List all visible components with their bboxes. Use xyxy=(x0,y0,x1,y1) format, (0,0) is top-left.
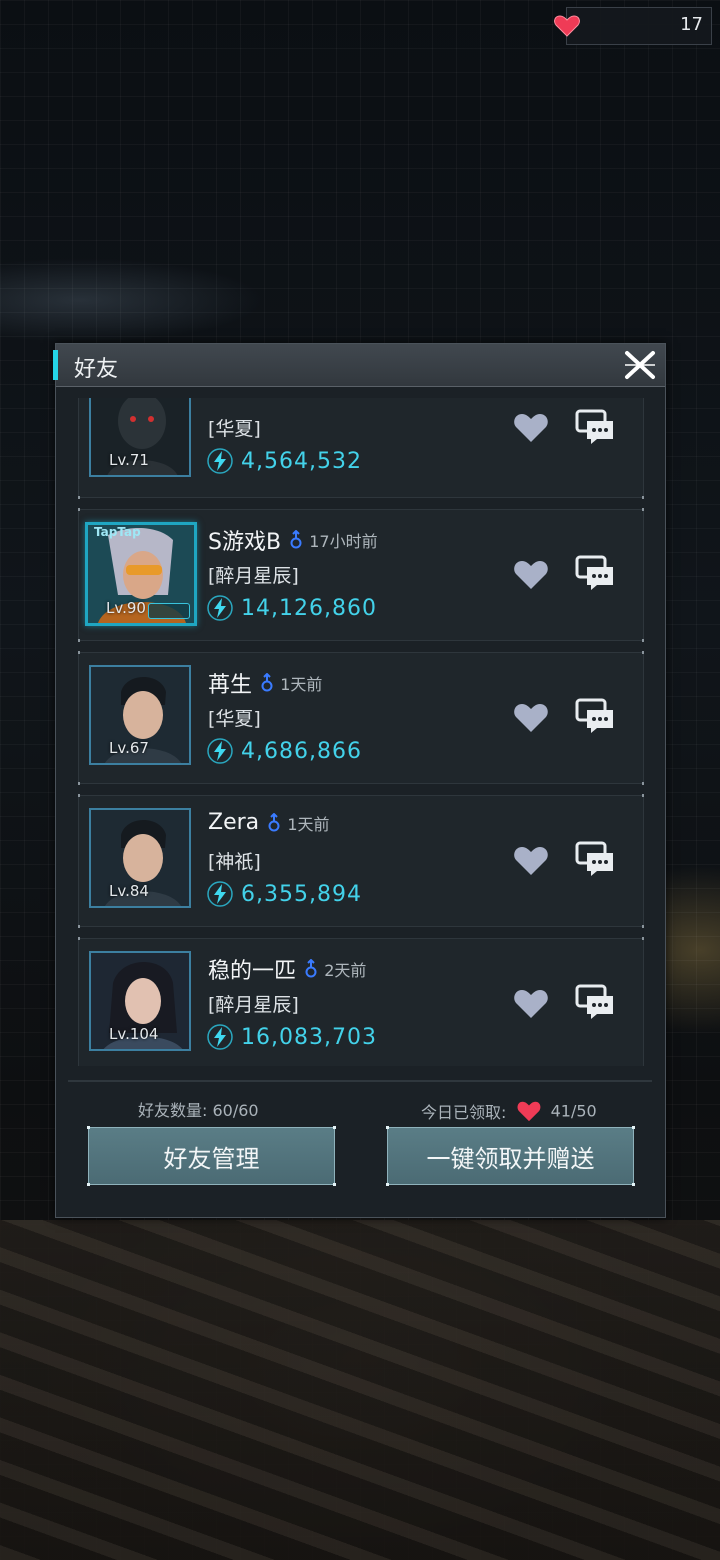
gamepad-icon xyxy=(148,603,190,619)
friend-name: 苒生 xyxy=(208,673,253,698)
friend-row: Lv.67 苒生 1天前 [华夏] 4,686,866 xyxy=(78,651,644,785)
chat-bubble-icon[interactable] xyxy=(575,407,617,447)
claim-and-send-label: 一键领取并赠送 xyxy=(426,1144,595,1173)
friend-name: Zera xyxy=(208,810,260,835)
friends-dialog: 好友 Lv.71 [华夏] 4,564,532 TapTap Lv.90 S游戏… xyxy=(53,343,666,1218)
friends-list[interactable]: Lv.71 [华夏] 4,564,532 TapTap Lv.90 S游戏B 1… xyxy=(78,398,644,1066)
friend-count-value: 60/60 xyxy=(212,1101,259,1120)
friend-guild: [神祇] xyxy=(208,851,261,873)
lightning-icon xyxy=(207,1024,233,1050)
hearts-counter: 17 xyxy=(554,7,712,45)
friend-level: Lv.84 xyxy=(109,882,149,900)
friend-last-seen: 1天前 xyxy=(287,814,330,834)
friend-name: S游戏B xyxy=(208,530,282,555)
chat-bubble-icon[interactable] xyxy=(575,553,617,593)
friend-level: Lv.67 xyxy=(109,739,149,757)
lightning-icon xyxy=(207,881,233,907)
male-icon xyxy=(261,673,273,692)
friend-level: Lv.90 xyxy=(106,599,146,617)
friend-name: 稳的一匹 xyxy=(208,959,297,984)
heart-icon xyxy=(554,15,580,37)
friend-row: Lv.84 Zera 1天前 [神祇] 6,355,894 xyxy=(78,794,644,928)
friend-power: 14,126,860 xyxy=(241,595,377,621)
friend-count: 好友数量: 60/60 xyxy=(138,1097,259,1121)
avatar[interactable]: TapTap Lv.90 xyxy=(85,522,197,626)
male-icon xyxy=(305,959,317,978)
heart-icon[interactable] xyxy=(511,697,551,737)
friend-row: TapTap Lv.90 S游戏B 17小时前 [醉月星辰] 14,126,86… xyxy=(78,508,644,642)
friend-power: 6,355,894 xyxy=(241,881,362,907)
friend-level: Lv.71 xyxy=(109,451,149,469)
avatar[interactable]: Lv.67 xyxy=(89,665,191,765)
avatar[interactable]: Lv.84 xyxy=(89,808,191,908)
heart-icon[interactable] xyxy=(511,840,551,880)
footer-divider xyxy=(68,1080,652,1082)
friend-guild: [华夏] xyxy=(208,418,261,440)
friend-row: Lv.104 稳的一匹 2天前 [醉月星辰] 16,083,703 xyxy=(78,937,644,1066)
close-icon[interactable] xyxy=(623,349,657,381)
header-accent-bar xyxy=(53,350,58,380)
lightning-icon xyxy=(207,595,233,621)
lightning-icon xyxy=(207,738,233,764)
background-space-station xyxy=(0,1220,720,1560)
dialog-header: 好友 xyxy=(53,344,665,387)
friend-row: Lv.71 [华夏] 4,564,532 xyxy=(78,398,644,499)
heart-icon[interactable] xyxy=(511,554,551,594)
claimed-label: 今日已领取: xyxy=(421,1103,507,1122)
chat-bubble-icon[interactable] xyxy=(575,696,617,736)
heart-icon xyxy=(517,1101,540,1122)
heart-icon[interactable] xyxy=(511,407,551,447)
male-icon xyxy=(268,812,280,831)
claimed-value: 41/50 xyxy=(550,1101,597,1121)
heart-icon[interactable] xyxy=(511,983,551,1023)
claim-and-send-button[interactable]: 一键领取并赠送 xyxy=(386,1126,635,1186)
daily-claimed: 今日已领取: 41/50 xyxy=(421,1099,597,1123)
avatar[interactable]: Lv.104 xyxy=(89,951,191,1051)
friend-last-seen: 17小时前 xyxy=(309,532,378,551)
friend-last-seen: 1天前 xyxy=(280,675,323,694)
hearts-count: 17 xyxy=(680,14,703,35)
friend-count-label: 好友数量: xyxy=(138,1101,208,1120)
friend-guild: [醉月星辰] xyxy=(208,565,299,587)
chat-bubble-icon[interactable] xyxy=(575,839,617,879)
friend-last-seen: 2天前 xyxy=(324,961,367,980)
male-icon xyxy=(290,530,302,549)
friend-power: 4,564,532 xyxy=(241,448,362,474)
friend-guild: [醉月星辰] xyxy=(208,994,299,1016)
manage-friends-button[interactable]: 好友管理 xyxy=(87,1126,336,1186)
friend-level: Lv.104 xyxy=(109,1025,159,1043)
friend-guild: [华夏] xyxy=(208,708,261,730)
dialog-title: 好友 xyxy=(74,357,119,382)
friend-power: 16,083,703 xyxy=(241,1024,377,1050)
manage-friends-label: 好友管理 xyxy=(163,1144,260,1173)
avatar[interactable]: Lv.71 xyxy=(89,398,191,477)
lightning-icon xyxy=(207,448,233,474)
chat-bubble-icon[interactable] xyxy=(575,982,617,1022)
taptap-badge: TapTap xyxy=(94,525,141,539)
friend-power: 4,686,866 xyxy=(241,738,362,764)
